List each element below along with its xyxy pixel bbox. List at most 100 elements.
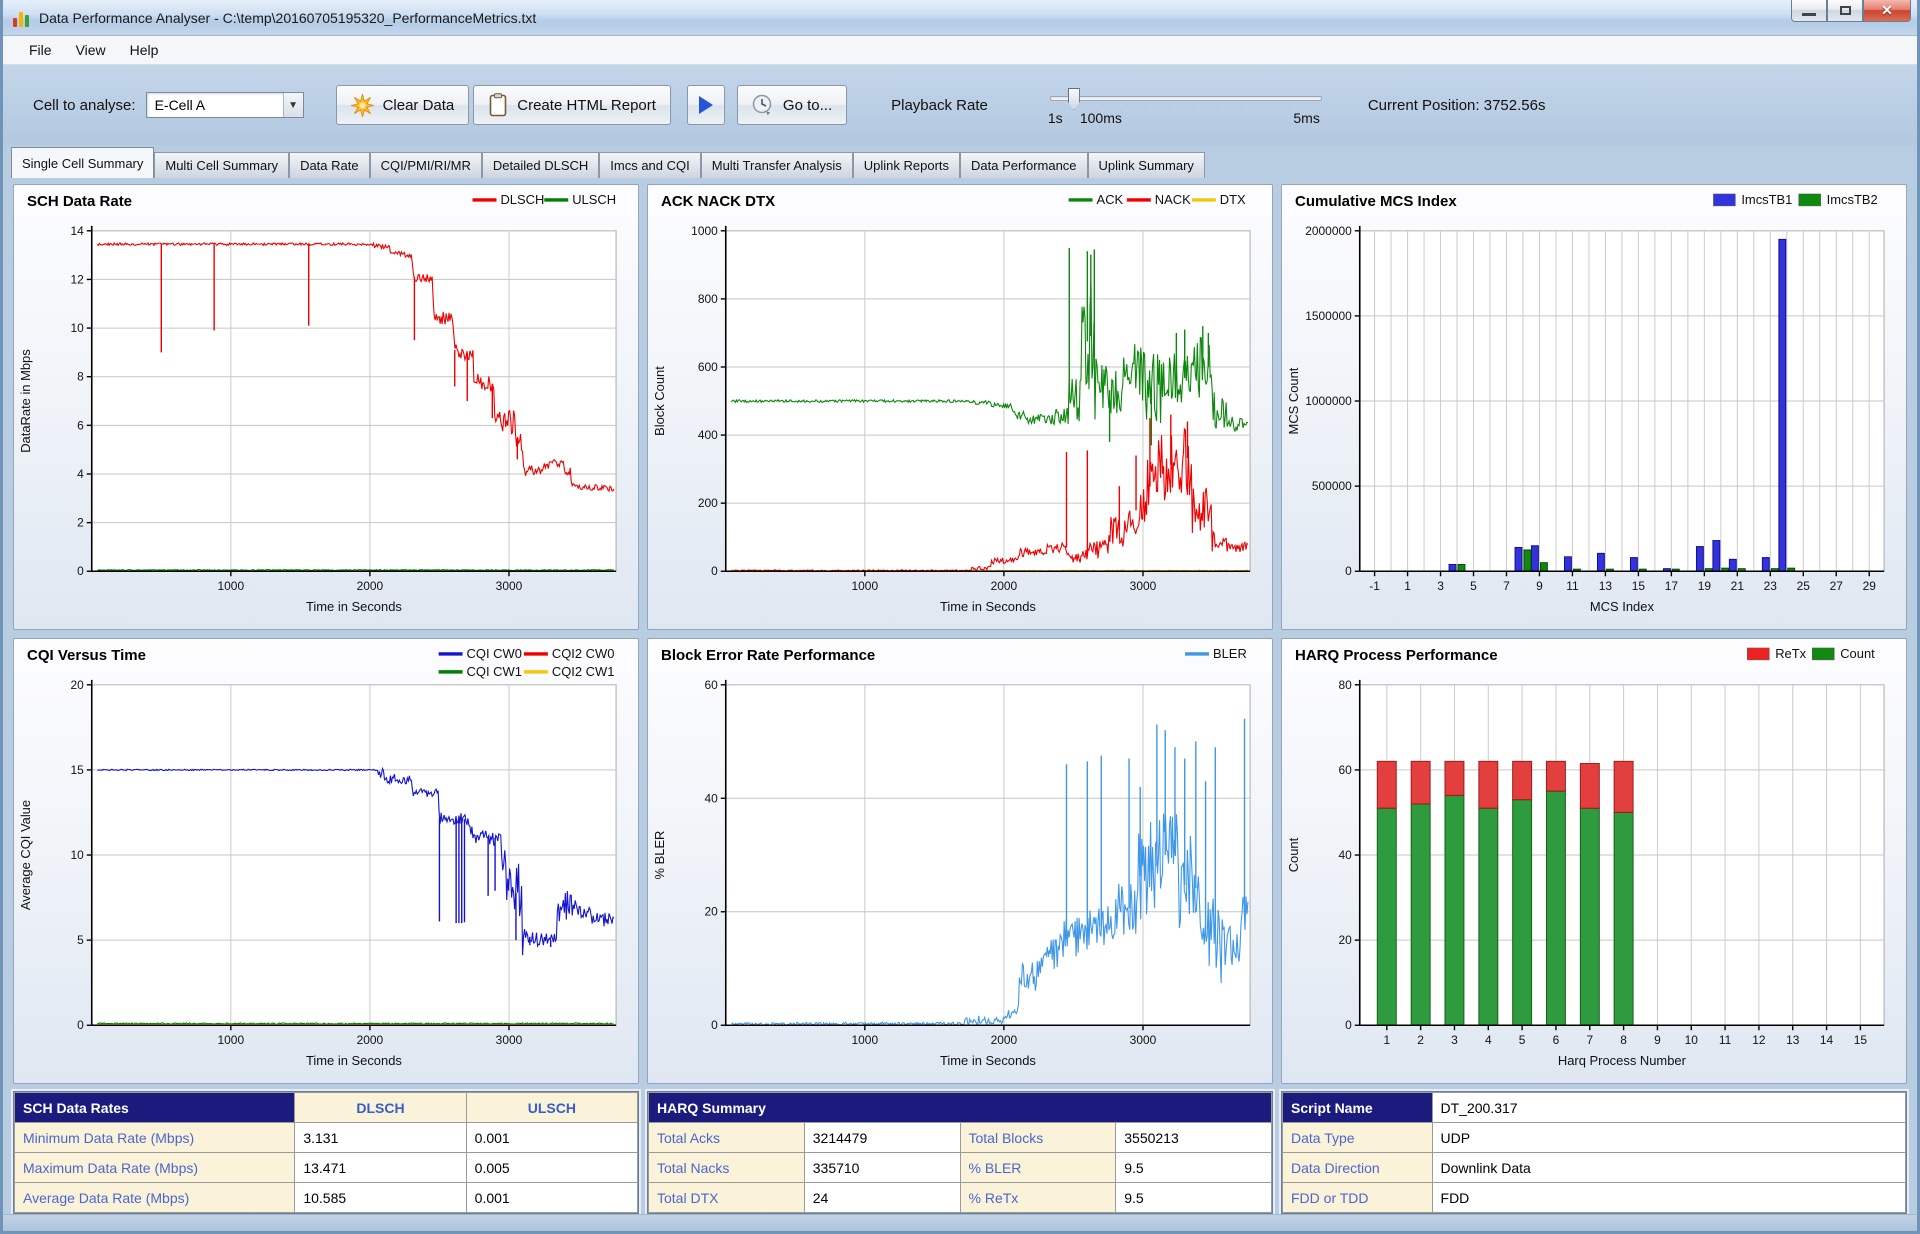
svg-text:11: 11: [1719, 1033, 1732, 1047]
tab-uplink-summary[interactable]: Uplink Summary: [1088, 152, 1205, 178]
svg-text:5: 5: [77, 933, 84, 947]
svg-text:20: 20: [70, 678, 84, 692]
svg-text:40: 40: [1338, 848, 1352, 862]
svg-text:2000000: 2000000: [1305, 224, 1352, 238]
svg-text:0: 0: [711, 564, 718, 578]
svg-text:5: 5: [1519, 1033, 1526, 1047]
svg-text:Count: Count: [1286, 837, 1301, 872]
svg-text:0: 0: [77, 1018, 84, 1032]
cell-select[interactable]: E-Cell A ▼: [146, 92, 304, 118]
svg-text:7: 7: [1503, 579, 1510, 593]
svg-text:0: 0: [77, 564, 84, 578]
svg-text:60: 60: [1338, 763, 1352, 777]
tab-uplink-reports[interactable]: Uplink Reports: [853, 152, 960, 178]
tab-single-cell-summary[interactable]: Single Cell Summary: [11, 147, 154, 178]
chart-title: SCH Data Rate: [27, 193, 132, 210]
menu-help[interactable]: Help: [118, 38, 171, 62]
table-row: Script Name DT_200.317: [1283, 1093, 1906, 1123]
svg-text:10: 10: [1685, 1033, 1699, 1047]
sch-data-rate-chart: 02468101214100020003000Time in SecondsDa…: [14, 185, 638, 629]
svg-text:13: 13: [1786, 1033, 1800, 1047]
svg-text:21: 21: [1731, 579, 1745, 593]
chevron-down-icon: ▼: [283, 93, 303, 117]
svg-text:Average CQI Value: Average CQI Value: [18, 800, 33, 910]
svg-text:CQI CW0: CQI CW0: [467, 646, 522, 661]
svg-text:BLER: BLER: [1213, 646, 1247, 661]
table-row: Minimum Data Rate (Mbps) 3.131 0.001: [15, 1123, 638, 1153]
svg-text:19: 19: [1698, 579, 1712, 593]
svg-text:400: 400: [698, 428, 718, 442]
tab-data-rate[interactable]: Data Rate: [289, 152, 370, 178]
tab-multi-transfer-analysis[interactable]: Multi Transfer Analysis: [701, 152, 853, 178]
clock-icon: [752, 94, 774, 116]
svg-text:ImcsTB2: ImcsTB2: [1827, 192, 1878, 207]
chart-panel-cqi-versus-time: CQI Versus Time 05101520100020003000Time…: [13, 638, 639, 1084]
chart-title: Block Error Rate Performance: [661, 647, 875, 664]
clear-data-button[interactable]: Clear Data: [336, 85, 470, 125]
menu-view[interactable]: View: [64, 38, 118, 62]
sch-table-title: SCH Data Rates: [15, 1093, 295, 1123]
svg-text:2: 2: [77, 516, 84, 530]
ulsch-column-header: ULSCH: [466, 1093, 637, 1123]
create-html-report-button[interactable]: Create HTML Report: [473, 85, 671, 125]
table-row: Data Direction Downlink Data: [1283, 1153, 1906, 1183]
play-icon: [699, 96, 713, 114]
goto-button[interactable]: Go to...: [737, 85, 847, 125]
svg-text:Harq Process Number: Harq Process Number: [1558, 1053, 1687, 1068]
svg-text:800: 800: [698, 292, 718, 306]
svg-text:3000: 3000: [496, 579, 523, 593]
svg-text:4: 4: [1485, 1033, 1492, 1047]
maximize-button[interactable]: [1827, 0, 1863, 22]
svg-text:2000: 2000: [357, 579, 384, 593]
play-button[interactable]: [687, 85, 725, 125]
chart-panel-bler: Block Error Rate Performance 02040601000…: [647, 638, 1273, 1084]
tab-imcs-and-cqi[interactable]: Imcs and CQI: [599, 152, 700, 178]
svg-text:Time in Seconds: Time in Seconds: [940, 1053, 1036, 1068]
svg-text:8: 8: [1620, 1033, 1627, 1047]
tab-multi-cell-summary[interactable]: Multi Cell Summary: [154, 152, 289, 178]
menu-file[interactable]: File: [17, 38, 64, 62]
svg-text:23: 23: [1764, 579, 1778, 593]
tab-data-performance[interactable]: Data Performance: [960, 152, 1088, 178]
cumulative-mcs-chart: 0500000100000015000002000000-11357911131…: [1282, 185, 1906, 629]
svg-text:% BLER: % BLER: [652, 831, 667, 880]
svg-text:2000: 2000: [357, 1033, 384, 1047]
svg-text:2000: 2000: [991, 579, 1018, 593]
svg-text:3000: 3000: [496, 1033, 523, 1047]
svg-text:DataRate in Mbps: DataRate in Mbps: [18, 349, 33, 452]
chart-panel-cumulative-mcs: Cumulative MCS Index 0500000100000015000…: [1281, 184, 1907, 630]
svg-text:3000: 3000: [1130, 579, 1157, 593]
svg-text:2: 2: [1417, 1033, 1424, 1047]
svg-text:DLSCH: DLSCH: [500, 192, 544, 207]
svg-text:200: 200: [698, 496, 718, 510]
sch-data-rates-table: SCH Data Rates DLSCH ULSCH Minimum Data …: [13, 1091, 639, 1214]
table-row: Total DTX 24 % ReTx 9.5: [649, 1183, 1272, 1213]
slider-track[interactable]: [1050, 96, 1322, 101]
chart-panel-sch-data-rate: SCH Data Rate 02468101214100020003000Tim…: [13, 184, 639, 630]
svg-text:10: 10: [70, 848, 84, 862]
svg-text:Time in Seconds: Time in Seconds: [940, 599, 1036, 614]
svg-text:1000: 1000: [691, 224, 718, 238]
tab-cqi-pmi-ri-mr[interactable]: CQI/PMI/RI/MR: [370, 152, 482, 178]
tab-detailed-dlsch[interactable]: Detailed DLSCH: [482, 152, 599, 178]
svg-text:15: 15: [70, 763, 84, 777]
table-row: Data Type UDP: [1283, 1123, 1906, 1153]
minimize-button[interactable]: [1791, 0, 1827, 22]
svg-text:6: 6: [77, 418, 84, 432]
harq-process-chart: 020406080123456789101112131415Harq Proce…: [1282, 639, 1906, 1083]
close-button[interactable]: ✕: [1863, 0, 1911, 22]
svg-text:Time in Seconds: Time in Seconds: [306, 1053, 402, 1068]
svg-text:40: 40: [704, 791, 718, 805]
toolbar: Cell to analyse: E-Cell A ▼ Clear Data C…: [3, 65, 1917, 145]
svg-text:Block Count: Block Count: [652, 366, 667, 436]
svg-text:14: 14: [1820, 1033, 1834, 1047]
app-icon: [13, 9, 31, 27]
table-row: Total Acks 3214479 Total Blocks 3550213: [649, 1123, 1272, 1153]
svg-text:CQI2 CW0: CQI2 CW0: [552, 646, 615, 661]
svg-text:9: 9: [1654, 1033, 1661, 1047]
playback-rate-slider[interactable]: 1s 100ms 5ms: [1050, 82, 1322, 128]
cqi-versus-time-chart: 05101520100020003000Time in SecondsAvera…: [14, 639, 638, 1083]
svg-text:9: 9: [1536, 579, 1543, 593]
slider-thumb[interactable]: [1068, 88, 1080, 110]
svg-text:MCS Index: MCS Index: [1590, 599, 1655, 614]
